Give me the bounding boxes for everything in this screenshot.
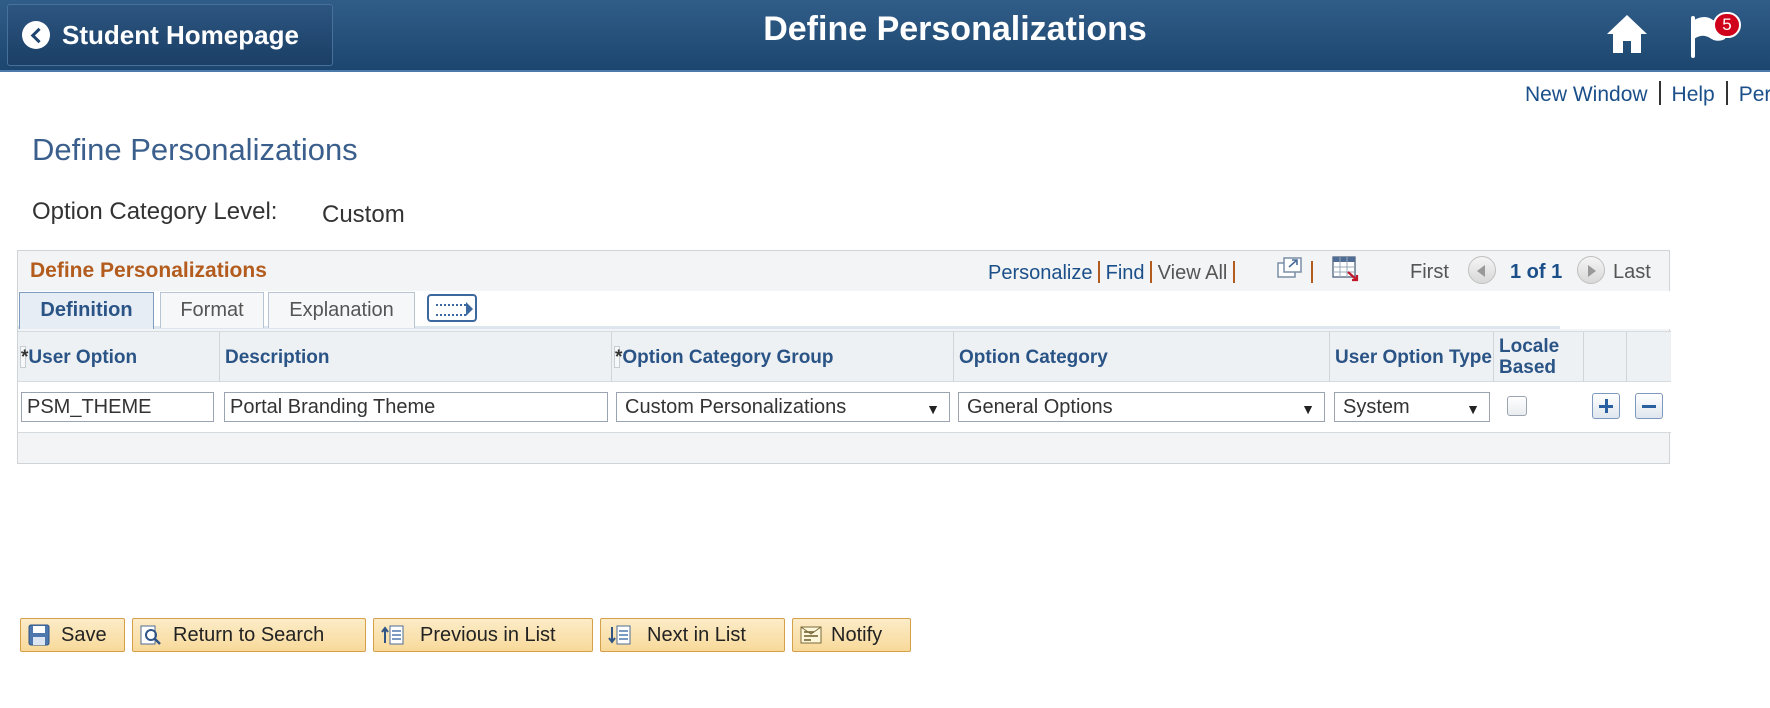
return-to-search-label: Return to Search: [173, 623, 325, 646]
option-category-group-select[interactable]: Custom Personalizations ▼: [616, 392, 950, 422]
view-all-link[interactable]: View All: [1158, 262, 1228, 284]
home-icon[interactable]: [1605, 12, 1649, 56]
page-title: Define Personalizations: [32, 132, 358, 167]
dropdown-arrow-icon: ▼: [1466, 401, 1480, 417]
previous-in-list-icon: [381, 625, 404, 645]
last-label: Last: [1613, 261, 1651, 283]
option-category-level-label: Option Category Level:: [32, 198, 278, 225]
tab-definition[interactable]: Definition: [19, 292, 154, 329]
save-button[interactable]: Save: [20, 618, 125, 652]
notify-label: Notify: [831, 623, 883, 646]
next-in-list-button[interactable]: Next in List: [600, 618, 785, 652]
nav-separator: [1098, 261, 1101, 283]
first-label: First: [1410, 261, 1449, 283]
add-row-button[interactable]: [1592, 393, 1620, 419]
row-range-indicator: 1 of 1: [1510, 261, 1563, 283]
user-option-type-value: System: [1343, 396, 1410, 418]
top-links: New Window Help Pers: [1525, 81, 1770, 107]
grid-title: Define Personalizations: [30, 259, 267, 282]
nav-separator: [1150, 261, 1153, 283]
previous-row-button[interactable]: [1468, 256, 1496, 284]
option-category-value: General Options: [967, 396, 1113, 418]
column-header-description: Description: [220, 332, 612, 382]
column-header-user-option-type: User Option Type: [1330, 332, 1494, 382]
dropdown-arrow-icon: ▼: [1301, 401, 1315, 417]
next-in-list-label: Next in List: [647, 623, 746, 646]
nav-separator: [1311, 261, 1313, 285]
option-category-group-value: Custom Personalizations: [625, 396, 847, 418]
grid-nav-links: Personalize Find View All: [988, 261, 1235, 285]
locale-based-checkbox[interactable]: [1507, 396, 1527, 416]
notify-button[interactable]: Notify: [792, 618, 911, 652]
previous-in-list-button[interactable]: Previous in List: [373, 618, 593, 652]
option-category-level-value: Custom: [322, 201, 405, 228]
notify-icon: [800, 626, 822, 644]
define-personalizations-grid: Define Personalizations Personalize Find…: [17, 250, 1671, 464]
return-to-search-button[interactable]: Return to Search: [132, 618, 366, 652]
column-header-locale-based: Locale Based: [1494, 332, 1584, 382]
column-header-delete: [1627, 332, 1671, 382]
personalize-page-link[interactable]: Pers: [1739, 83, 1770, 106]
minus-icon: [1642, 405, 1656, 408]
next-in-list-icon: [608, 625, 631, 645]
grid-header-row: *User Option Description *Option Categor…: [18, 331, 1671, 382]
table-row: Custom Personalizations ▼ General Option…: [18, 381, 1671, 433]
user-option-type-select[interactable]: System ▼: [1334, 392, 1490, 422]
notification-count-badge: 5: [1713, 12, 1741, 38]
description-input[interactable]: [224, 392, 608, 422]
nav-separator: [1232, 261, 1235, 283]
zoom-grid-icon[interactable]: [1276, 256, 1304, 280]
banner-title: Define Personalizations: [763, 10, 1147, 48]
previous-in-list-label: Previous in List: [420, 623, 556, 646]
column-header-option-category: Option Category: [954, 332, 1330, 382]
help-link[interactable]: Help: [1672, 83, 1715, 106]
find-link[interactable]: Find: [1106, 262, 1145, 284]
download-to-excel-icon[interactable]: [1331, 254, 1361, 284]
column-header-add: [1584, 332, 1627, 382]
personalize-link[interactable]: Personalize: [988, 262, 1093, 284]
column-header-option-category-group: *Option Category Group: [612, 332, 954, 382]
plus-icon-stem: [1604, 399, 1608, 413]
banner: Student Homepage Define Personalizations…: [0, 0, 1770, 72]
next-row-button[interactable]: [1577, 256, 1605, 284]
link-separator: [1725, 81, 1728, 105]
option-category-select[interactable]: General Options ▼: [958, 392, 1325, 422]
user-option-input[interactable]: [21, 392, 214, 422]
delete-row-button[interactable]: [1635, 393, 1663, 419]
return-to-search-icon: [140, 625, 161, 645]
show-all-columns-icon[interactable]: [427, 294, 477, 322]
tab-strip: Definition Format Explanation: [18, 291, 1671, 329]
new-window-link[interactable]: New Window: [1525, 83, 1648, 106]
link-separator: [1658, 81, 1661, 105]
tab-explanation[interactable]: Explanation: [268, 292, 415, 328]
save-label: Save: [61, 623, 107, 646]
tab-format[interactable]: Format: [160, 292, 264, 328]
save-icon: [28, 624, 50, 646]
dropdown-arrow-icon: ▼: [926, 401, 940, 417]
column-header-user-option: *User Option: [18, 332, 220, 382]
